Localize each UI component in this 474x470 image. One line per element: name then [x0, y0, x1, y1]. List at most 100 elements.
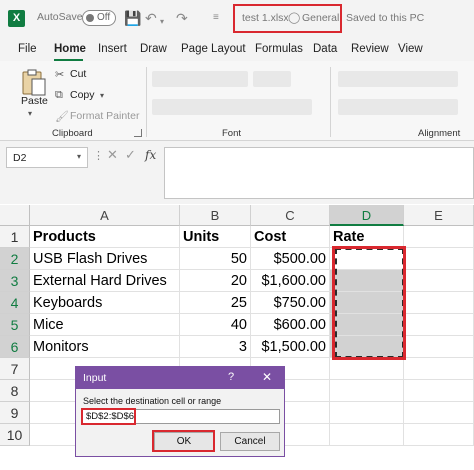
- cell-d7[interactable]: [330, 358, 404, 380]
- clipboard-launcher-icon[interactable]: [134, 129, 142, 137]
- row-header-5[interactable]: 5: [0, 314, 30, 336]
- insert-function-icon[interactable]: fx: [145, 148, 156, 162]
- save-icon[interactable]: 💾: [124, 10, 141, 26]
- select-all-corner[interactable]: [0, 205, 30, 226]
- cell-c1[interactable]: Cost: [251, 226, 330, 248]
- cell-a2[interactable]: USB Flash Drives: [30, 248, 180, 270]
- cell-c3[interactable]: $1,600.00: [251, 270, 330, 292]
- column-header-b[interactable]: B: [180, 205, 251, 226]
- tab-review[interactable]: Review: [351, 43, 389, 55]
- row-header-3[interactable]: 3: [0, 270, 30, 292]
- cut-button[interactable]: Cut: [70, 68, 86, 80]
- cell-a3[interactable]: External Hard Drives: [30, 270, 180, 292]
- row-header-6[interactable]: 6: [0, 336, 30, 358]
- formula-bar-handle-icon[interactable]: ⋮: [93, 149, 105, 162]
- cell-e10[interactable]: [404, 424, 474, 446]
- cell-e4[interactable]: [404, 292, 474, 314]
- paste-label[interactable]: Paste: [21, 95, 48, 107]
- row-header-2[interactable]: 2: [0, 248, 30, 270]
- cell-e5[interactable]: [404, 314, 474, 336]
- cell-b4[interactable]: 25: [180, 292, 251, 314]
- cancel-button[interactable]: Cancel: [220, 432, 280, 451]
- cell-b2[interactable]: 50: [180, 248, 251, 270]
- cell-a5[interactable]: Mice: [30, 314, 180, 336]
- tab-formulas[interactable]: Formulas: [255, 43, 303, 55]
- cell-d8[interactable]: [330, 380, 404, 402]
- cell-d6[interactable]: [330, 336, 404, 358]
- cell-d5[interactable]: [330, 314, 404, 336]
- format-painter-icon[interactable]: 🖌: [55, 110, 69, 123]
- tab-draw[interactable]: Draw: [140, 43, 167, 55]
- font-size-box[interactable]: [253, 71, 291, 87]
- row-header-9[interactable]: 9: [0, 402, 30, 424]
- paste-dropdown-icon[interactable]: ▾: [28, 109, 32, 118]
- cell-d1[interactable]: Rate: [330, 226, 404, 248]
- cell-e3[interactable]: [404, 270, 474, 292]
- formula-input[interactable]: [164, 147, 474, 199]
- cell-e2[interactable]: [404, 248, 474, 270]
- cell-a4[interactable]: Keyboards: [30, 292, 180, 314]
- copy-dropdown-icon[interactable]: ▾: [100, 91, 104, 100]
- row-header-10[interactable]: 10: [0, 424, 30, 446]
- cell-a1[interactable]: Products: [30, 226, 180, 248]
- cell-d10[interactable]: [330, 424, 404, 446]
- cell-c4[interactable]: $750.00: [251, 292, 330, 314]
- row-header-8[interactable]: 8: [0, 380, 30, 402]
- cancel-formula-icon[interactable]: ✕: [107, 147, 118, 163]
- name-box-dropdown-icon[interactable]: ▾: [77, 152, 81, 161]
- column-header-a[interactable]: A: [30, 205, 180, 226]
- cell-d9[interactable]: [330, 402, 404, 424]
- tab-data[interactable]: Data: [313, 43, 337, 55]
- help-icon[interactable]: ?: [228, 371, 234, 383]
- file-name[interactable]: test 1.xlsx: [242, 12, 289, 24]
- alignment-top-row[interactable]: [338, 71, 458, 87]
- cut-icon[interactable]: ✂: [55, 68, 64, 81]
- destination-range-input[interactable]: $D$2:$D$6: [82, 409, 280, 424]
- font-format-row[interactable]: [152, 99, 312, 115]
- row-header-1[interactable]: 1: [0, 226, 30, 248]
- tab-file[interactable]: File: [18, 43, 37, 55]
- format-painter-button[interactable]: Format Painter: [70, 110, 139, 122]
- cell-e7[interactable]: [404, 358, 474, 380]
- undo-icon[interactable]: ↶: [145, 10, 157, 26]
- column-header-d[interactable]: D: [330, 205, 404, 226]
- cell-e8[interactable]: [404, 380, 474, 402]
- cell-b5[interactable]: 40: [180, 314, 251, 336]
- tab-insert[interactable]: Insert: [98, 43, 127, 55]
- name-box[interactable]: D2 ▾: [6, 147, 88, 168]
- ok-button[interactable]: OK: [154, 432, 214, 451]
- copy-icon[interactable]: ⧉: [55, 89, 63, 102]
- redo-icon[interactable]: ↷: [176, 10, 188, 26]
- undo-dropdown-icon[interactable]: ▾: [160, 14, 164, 30]
- column-header-e[interactable]: E: [404, 205, 474, 226]
- cell-c2[interactable]: $500.00: [251, 248, 330, 270]
- cell-c6[interactable]: $1,500.00: [251, 336, 330, 358]
- sensitivity-label[interactable]: General: [302, 12, 339, 24]
- customize-toolbar-icon[interactable]: ≡: [213, 10, 219, 26]
- row-header-4[interactable]: 4: [0, 292, 30, 314]
- cell-b1[interactable]: Units: [180, 226, 251, 248]
- cell-d2[interactable]: [330, 248, 404, 270]
- tab-page-layout[interactable]: Page Layout: [181, 43, 246, 55]
- tab-view[interactable]: View: [398, 43, 423, 55]
- cell-e1[interactable]: [404, 226, 474, 248]
- cell-e6[interactable]: [404, 336, 474, 358]
- tab-home[interactable]: Home: [54, 43, 86, 55]
- cell-c5[interactable]: $600.00: [251, 314, 330, 336]
- close-icon[interactable]: ✕: [262, 370, 272, 384]
- cell-b6[interactable]: 3: [180, 336, 251, 358]
- confirm-formula-icon[interactable]: ✓: [125, 147, 136, 163]
- copy-button[interactable]: Copy: [70, 89, 95, 101]
- cell-a6[interactable]: Monitors: [30, 336, 180, 358]
- save-status[interactable]: Saved to this PC: [346, 12, 424, 24]
- cell-e9[interactable]: [404, 402, 474, 424]
- cell-d4[interactable]: [330, 292, 404, 314]
- cell-d3[interactable]: [330, 270, 404, 292]
- column-header-c[interactable]: C: [251, 205, 330, 226]
- alignment-bottom-row[interactable]: [338, 99, 458, 115]
- font-name-box[interactable]: [152, 71, 248, 87]
- row-header-7[interactable]: 7: [0, 358, 30, 380]
- cell-b3[interactable]: 20: [180, 270, 251, 292]
- dialog-title-bar[interactable]: Input ? ✕: [76, 367, 284, 389]
- autosave-toggle[interactable]: Off: [82, 10, 116, 26]
